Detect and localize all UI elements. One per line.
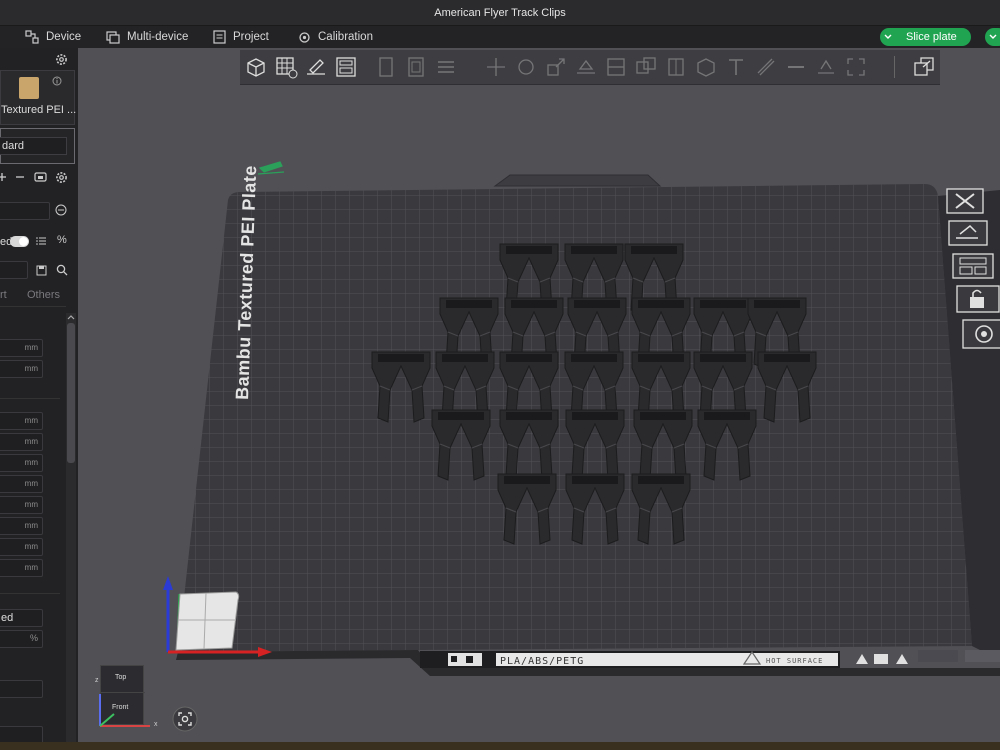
unit-label: mm	[24, 416, 38, 425]
close-icon[interactable]	[946, 188, 984, 214]
axis-x-label: x	[154, 721, 158, 728]
value-field[interactable]: mm	[0, 517, 43, 535]
option-value: ed	[1, 612, 14, 624]
slice-plate-label: Slice plate	[906, 31, 957, 43]
slice-dropdown-chevron[interactable]	[880, 28, 896, 46]
search-icon[interactable]	[56, 264, 68, 276]
window-title: American Flyer Track Clips	[434, 6, 566, 19]
advanced-toggle[interactable]	[10, 236, 29, 247]
value-field[interactable]: mm	[0, 559, 43, 577]
search-field[interactable]	[0, 261, 28, 279]
minus-circle-icon[interactable]	[55, 204, 67, 216]
value-field[interactable]: mm	[0, 454, 43, 472]
plate-thumbnail	[19, 77, 39, 99]
multi-device-tab[interactable]: Multi-device	[106, 26, 188, 48]
chevron-down-icon	[884, 34, 892, 39]
slice-button-group: Slice plate	[880, 28, 971, 46]
menu-bar: Device Multi-device Project Calibration …	[0, 26, 1000, 48]
value-field[interactable]: mm	[0, 360, 43, 378]
view-axis-gizmo	[99, 694, 150, 727]
sidebar-scroll-thumb[interactable]	[67, 323, 75, 463]
value-field[interactable]: mm	[0, 339, 43, 357]
unit-label: mm	[24, 364, 38, 373]
print-dropdown-button[interactable]	[985, 28, 1000, 46]
device-label: Device	[46, 31, 82, 43]
chevron-up-icon[interactable]	[67, 314, 75, 320]
unit-label: %	[29, 633, 38, 643]
unit-label: mm	[24, 563, 38, 572]
tab-others[interactable]: Others	[27, 289, 60, 301]
percent-field[interactable]: %	[0, 630, 43, 648]
list-icon[interactable]	[36, 236, 47, 246]
unit-label: mm	[24, 479, 38, 488]
auto-orient-icon[interactable]	[948, 220, 988, 246]
slice-plate-button[interactable]: Slice plate	[896, 28, 971, 46]
unit-label: mm	[24, 343, 38, 352]
calibration-icon	[299, 31, 310, 43]
process-preset-select[interactable]: dard	[0, 137, 67, 155]
value-field[interactable]: mm	[0, 538, 43, 556]
arrange-plate-icon[interactable]	[952, 253, 994, 279]
axis-z-label: z	[95, 677, 99, 684]
title-bar: American Flyer Track Clips	[0, 0, 1000, 26]
filament-field[interactable]	[0, 202, 50, 220]
plate-markers-icon	[856, 654, 908, 664]
add-icon[interactable]	[0, 172, 7, 182]
device-icon	[25, 30, 39, 44]
save-icon[interactable]	[36, 265, 47, 276]
calibration-label: Calibration	[318, 31, 373, 43]
right-tool-panel	[940, 185, 1000, 365]
gear-icon[interactable]	[55, 53, 68, 66]
unit-label: mm	[24, 437, 38, 446]
multi-device-label: Multi-device	[127, 31, 189, 43]
plate-top-tab	[493, 174, 662, 187]
unit-label: mm	[24, 500, 38, 509]
chevron-down-icon	[989, 34, 997, 39]
plate-edit-icon[interactable]	[257, 161, 285, 175]
unit-label: mm	[24, 542, 38, 551]
lock-icon[interactable]	[956, 285, 1000, 313]
build-plate-scene[interactable]: Bambu Textured PEI Plate PLA/ABS/PETG HO…	[78, 48, 1000, 750]
info-icon[interactable]	[52, 76, 62, 86]
unit-label: mm	[24, 521, 38, 530]
gear-icon[interactable]	[55, 171, 68, 184]
option-select[interactable]: ed	[0, 609, 43, 627]
reset-view-icon[interactable]	[172, 706, 198, 732]
material-label: PLA/ABS/PETG	[500, 656, 584, 667]
remove-icon[interactable]	[15, 172, 25, 182]
calibration-tab[interactable]: Calibration	[298, 26, 373, 48]
multi-device-icon	[106, 31, 120, 44]
project-tab[interactable]: Project	[213, 26, 269, 48]
project-icon	[213, 30, 226, 44]
save-preset-icon[interactable]	[34, 171, 47, 183]
device-tab[interactable]: Device	[25, 26, 81, 48]
tab-partial[interactable]: rt	[0, 289, 7, 301]
value-field[interactable]: mm	[0, 475, 43, 493]
value-field[interactable]: mm	[0, 412, 43, 430]
process-preset-value: dard	[2, 140, 25, 152]
origin-cube	[175, 591, 240, 651]
value-field[interactable]: mm	[0, 433, 43, 451]
window-bottom-edge	[0, 742, 1000, 750]
process-preset-box: dard	[0, 128, 75, 164]
hot-surface-label: HOT SURFACE	[766, 657, 823, 665]
value-field[interactable]	[0, 680, 43, 698]
percent-icon[interactable]: %	[57, 234, 67, 246]
value-field[interactable]: mm	[0, 496, 43, 514]
plate-type-label: Textured PEI ...	[1, 104, 77, 116]
unit-label: mm	[24, 458, 38, 467]
plate-type-card[interactable]: Textured PEI ...	[0, 70, 77, 125]
view-icon[interactable]	[962, 319, 1000, 349]
project-label: Project	[233, 31, 269, 43]
